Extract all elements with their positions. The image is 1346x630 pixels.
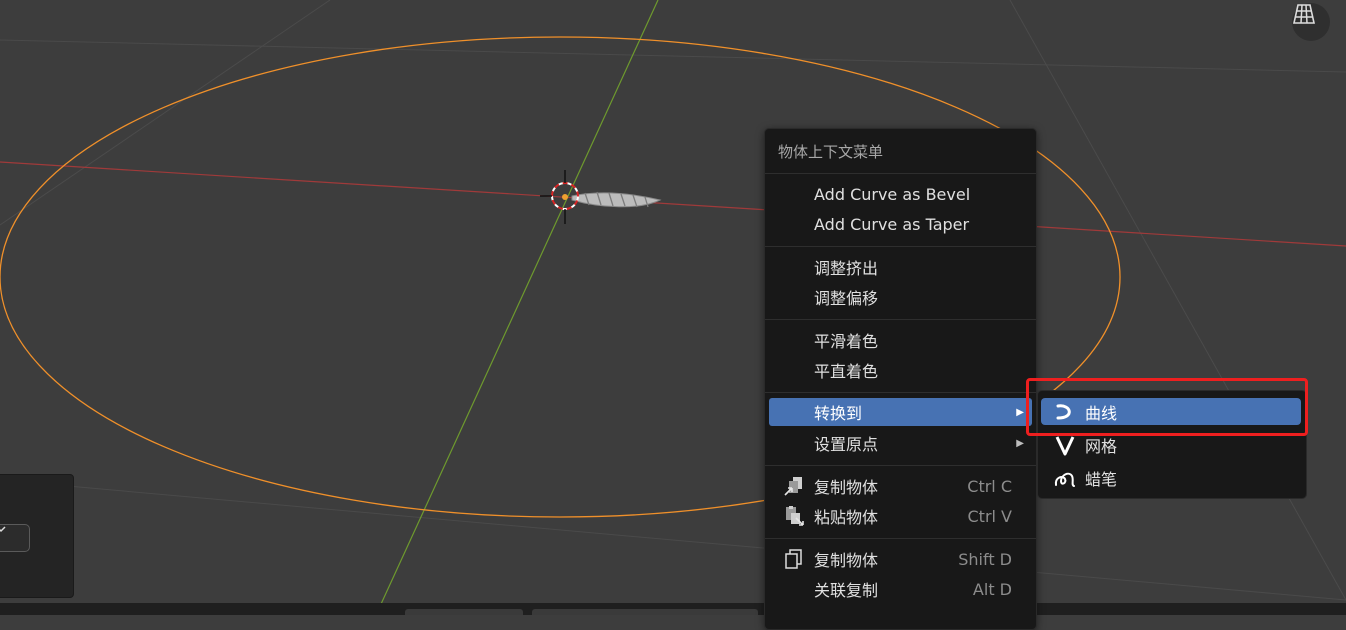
- menu-item-label: 平滑着色: [814, 332, 879, 351]
- submenu-item-grease-pencil[interactable]: 蜡笔: [1041, 464, 1301, 491]
- menu-separator: [765, 319, 1036, 320]
- menu-item-add-curve-as-bevel[interactable]: Add Curve as Bevel: [769, 180, 1032, 208]
- submenu-item-label: 蜡笔: [1085, 469, 1118, 489]
- menu-item-label: 平直着色: [814, 362, 879, 381]
- 3d-viewport[interactable]: [0, 0, 1346, 615]
- menu-item-shortcut: Ctrl C: [967, 476, 1012, 496]
- bottom-tab[interactable]: [405, 609, 523, 615]
- menu-item-shade-smooth[interactable]: 平滑着色: [769, 326, 1032, 354]
- bottom-tab[interactable]: [532, 609, 758, 615]
- menu-item-adjust-offset[interactable]: 调整偏移: [769, 283, 1032, 311]
- menu-item-copy-objects[interactable]: 复制物体 Ctrl C: [769, 472, 1032, 500]
- grease-pencil-icon: [1053, 466, 1077, 490]
- submenu-arrow-icon: ▶: [1016, 437, 1024, 449]
- menu-item-shortcut: Alt D: [972, 579, 1012, 599]
- menu-separator: [765, 465, 1036, 466]
- annotation-highlight-box: [1026, 378, 1308, 436]
- viewport-scene: [0, 0, 1346, 615]
- submenu-item-label: 网格: [1085, 436, 1118, 456]
- menu-separator: [765, 538, 1036, 539]
- menu-item-label: Add Curve as Taper: [814, 214, 970, 234]
- duplicate-icon: [783, 548, 805, 570]
- menu-item-label: Add Curve as Bevel: [814, 184, 971, 204]
- menu-item-label: 粘贴物体: [814, 508, 879, 527]
- menu-item-label: 复制物体: [814, 478, 879, 497]
- menu-item-duplicate-objects[interactable]: 复制物体 Shift D: [769, 545, 1032, 573]
- menu-item-label: 设置原点: [814, 435, 879, 454]
- menu-item-shortcut: Ctrl V: [967, 506, 1013, 526]
- menu-item-paste-objects[interactable]: 粘贴物体 Ctrl V: [769, 502, 1032, 530]
- menu-title: 物体上下文菜单: [778, 143, 884, 161]
- menu-item-label: 复制物体: [814, 551, 879, 570]
- menu-item-shade-flat[interactable]: 平直着色: [769, 356, 1032, 384]
- x-axis-line: [0, 161, 1346, 247]
- menu-item-add-curve-as-taper[interactable]: Add Curve as Taper: [769, 210, 1032, 238]
- panel-dropdown[interactable]: [0, 524, 30, 552]
- menu-item-label: 调整偏移: [814, 289, 879, 308]
- y-axis-line: [375, 0, 659, 615]
- menu-item-shortcut: Shift D: [958, 549, 1012, 569]
- paste-icon: [783, 505, 805, 527]
- menu-separator: [765, 392, 1036, 393]
- object-context-menu: 物体上下文菜单 Add Curve as Bevel Add Curve as …: [764, 128, 1037, 630]
- menu-item-duplicate-linked[interactable]: 关联复制 Alt D: [769, 575, 1032, 603]
- menu-item-label: 关联复制: [814, 581, 879, 600]
- menu-item-adjust-extrusion[interactable]: 调整挤出: [769, 253, 1032, 281]
- menu-separator: [765, 246, 1036, 247]
- mesh-icon: [1053, 433, 1077, 457]
- menu-item-set-origin[interactable]: 设置原点 ▶: [769, 429, 1032, 457]
- menu-item-convert-to[interactable]: 转换到 ▶: [769, 398, 1032, 426]
- menu-item-label: 转换到: [814, 404, 863, 423]
- menu-separator: [765, 173, 1036, 174]
- screw-object: [571, 191, 662, 208]
- copy-icon: [783, 475, 805, 497]
- submenu-arrow-icon: ▶: [1016, 406, 1024, 418]
- view-perspective-button[interactable]: [1292, 3, 1330, 41]
- menu-item-label: 调整挤出: [814, 259, 879, 278]
